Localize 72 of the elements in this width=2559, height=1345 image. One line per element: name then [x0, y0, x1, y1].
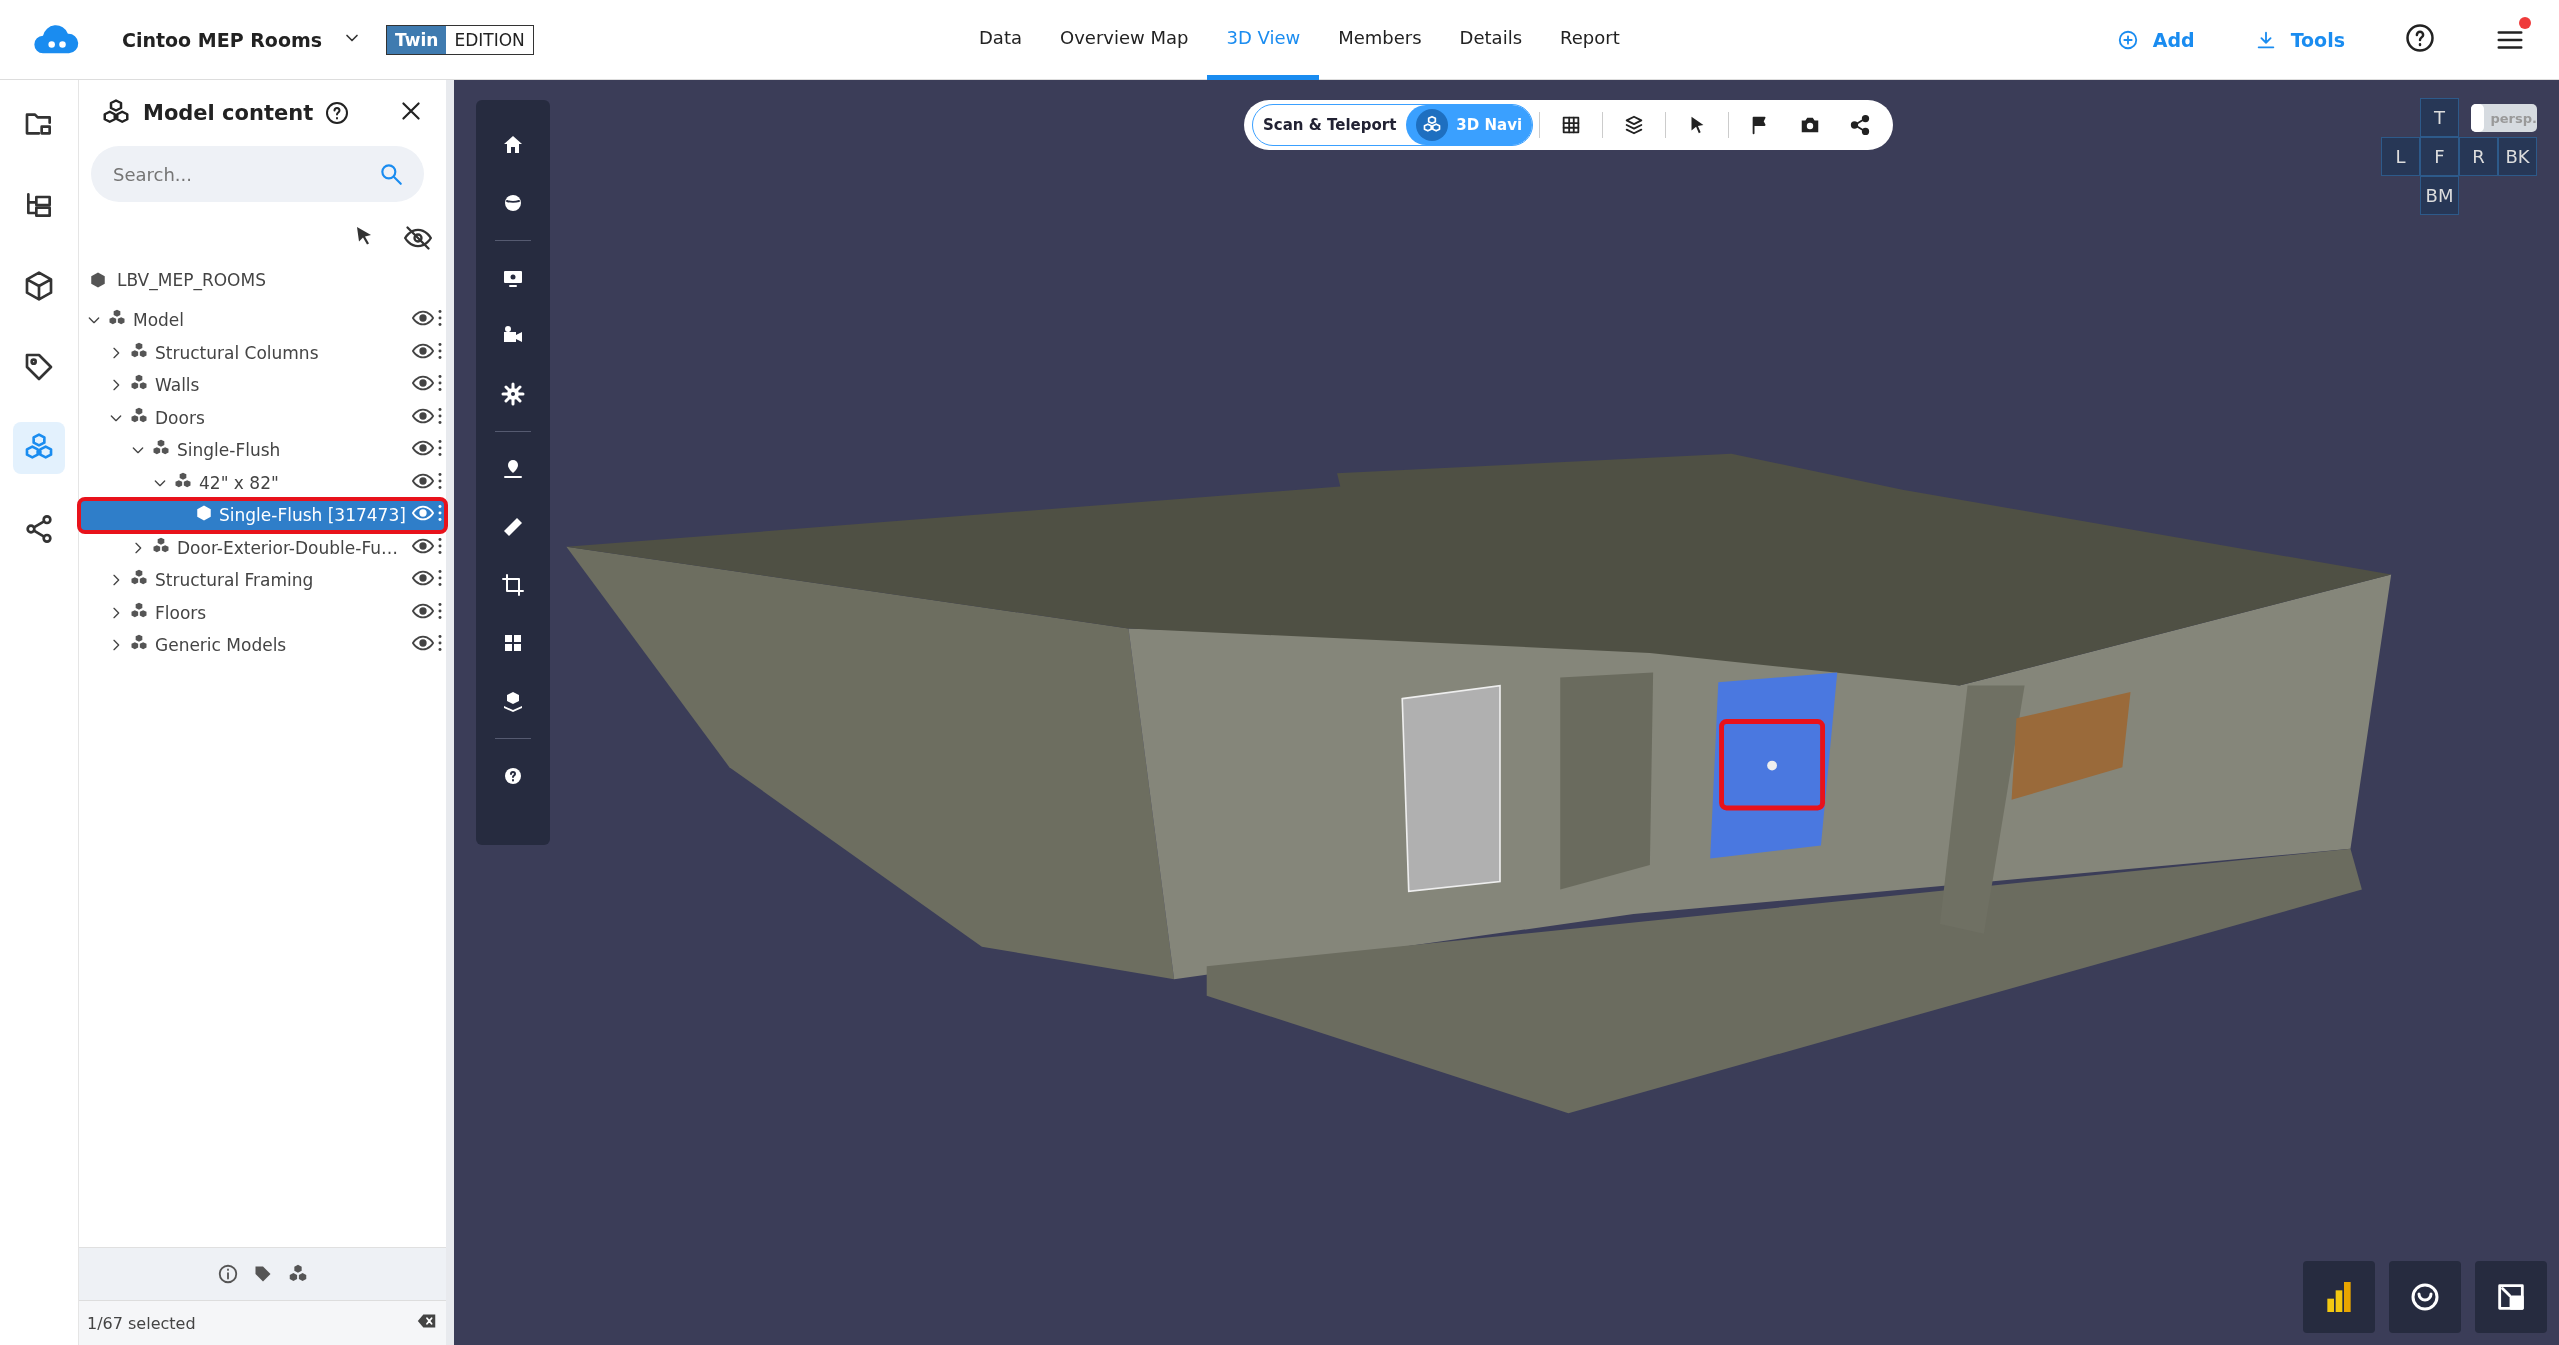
- tree-item[interactable]: Structural Framing: [79, 564, 446, 597]
- tree-item-label: Floors: [155, 602, 208, 623]
- more-icon[interactable]: [438, 635, 442, 652]
- crop-icon: [501, 573, 525, 597]
- tree-item-label: Structural Framing: [155, 570, 315, 591]
- tree-item-label: 42" x 82": [199, 472, 280, 493]
- model-root-label: LBV_MEP_ROOMS: [117, 270, 266, 290]
- help-icon: [2405, 22, 2435, 53]
- tree-item[interactable]: Generic Models: [79, 629, 446, 662]
- view-cube-face[interactable]: R: [2459, 137, 2498, 176]
- tree-item-label: Generic Models: [155, 635, 288, 656]
- tree-item-label: Structural Columns: [155, 342, 320, 363]
- tree-item[interactable]: Single-Flush: [79, 434, 446, 467]
- settings-icon: [501, 382, 525, 406]
- nav-mode-toggle[interactable]: Scan & Teleport: [1253, 105, 1407, 145]
- help-icon: [325, 101, 350, 125]
- fullscreen-button[interactable]: [2475, 1261, 2547, 1333]
- tag-icon: [23, 351, 55, 383]
- tree-item[interactable]: Doors: [79, 401, 446, 434]
- tree-item[interactable]: Single-Flush [317473]: [79, 499, 446, 532]
- nav-tab[interactable]: Data: [960, 0, 1041, 80]
- tree-item-label: Single-Flush: [177, 440, 282, 461]
- more-icon[interactable]: [438, 602, 442, 619]
- cube-icon: [195, 504, 213, 523]
- share-icon: [1849, 114, 1872, 136]
- nav-tab[interactable]: Details: [1440, 0, 1541, 80]
- tree-item[interactable]: Structural Columns: [79, 336, 446, 369]
- more-icon[interactable]: [438, 537, 442, 554]
- circle-logo-button[interactable]: [2389, 1261, 2461, 1333]
- location-pin-icon: [501, 457, 525, 481]
- eye-off-icon: [404, 224, 432, 252]
- tree-item-label: Doors: [155, 407, 206, 428]
- tree-item[interactable]: Floors: [79, 596, 446, 629]
- nav-tab[interactable]: Report: [1541, 0, 1639, 80]
- more-icon[interactable]: [438, 375, 442, 392]
- tree-item[interactable]: 42" x 82": [79, 466, 446, 499]
- project-name[interactable]: Cintoo MEP Rooms: [122, 28, 323, 51]
- more-icon[interactable]: [438, 407, 442, 424]
- panel-title: Model content: [143, 101, 314, 125]
- view-cube-face[interactable]: T: [2420, 98, 2459, 137]
- add-icon: [2116, 28, 2139, 51]
- edition-secondary-label: EDITION: [453, 28, 526, 52]
- cube-icon: [89, 271, 107, 289]
- tree-item[interactable]: Model: [79, 304, 446, 337]
- more-icon[interactable]: [438, 440, 442, 457]
- view-cube-face[interactable]: F: [2420, 137, 2459, 176]
- selection-count: 1/67 selected: [87, 1313, 196, 1333]
- cube-icon: [23, 270, 55, 302]
- info-icon: [216, 1263, 239, 1285]
- view-cube-face[interactable]: BM: [2420, 176, 2459, 215]
- 3d-viewport[interactable]: Scan & Teleport 3D Navi T L F R BK BM persp.: [454, 80, 2559, 1345]
- view-cube-face[interactable]: L: [2381, 137, 2420, 176]
- nav-tab[interactable]: Overview Map: [1041, 0, 1208, 80]
- tree-item-label: Door-Exterior-Double-Fu…: [177, 537, 399, 558]
- search-icon: [378, 161, 404, 187]
- search-field[interactable]: Search...: [91, 146, 424, 202]
- view-cube-face[interactable]: BK: [2498, 137, 2537, 176]
- tree-item[interactable]: Walls: [79, 369, 446, 402]
- model-rail-button[interactable]: [13, 422, 65, 474]
- more-icon[interactable]: [438, 570, 442, 587]
- more-icon[interactable]: [438, 505, 442, 522]
- nav-tab[interactable]: Members: [1319, 0, 1441, 80]
- share-icon: [23, 513, 55, 545]
- tree-item-label: Walls: [155, 375, 201, 396]
- more-icon[interactable]: [438, 310, 442, 327]
- tree-item[interactable]: Door-Exterior-Double-Fu…: [79, 531, 446, 564]
- bar-chart-button[interactable]: [2303, 1261, 2375, 1333]
- more-icon[interactable]: [438, 342, 442, 359]
- tree-item-label: Single-Flush [317473]: [219, 505, 407, 526]
- tree-item-label: Model: [133, 310, 186, 331]
- more-icon[interactable]: [438, 472, 442, 489]
- edition-primary-label: Twin: [387, 25, 447, 54]
